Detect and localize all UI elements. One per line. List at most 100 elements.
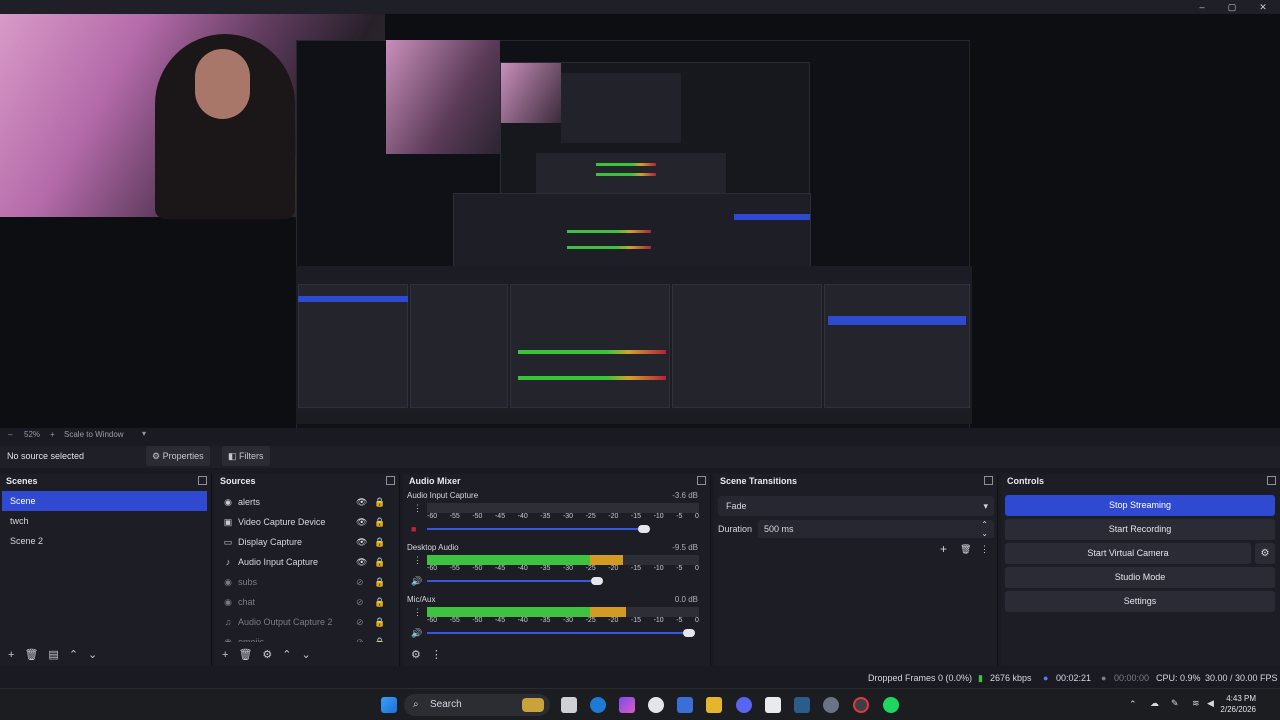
- chevron-up-icon[interactable]: ⌃: [1129, 699, 1137, 710]
- eye-icon[interactable]: 👁: [356, 512, 367, 532]
- muted-speaker-icon[interactable]: ■: [411, 524, 416, 534]
- lock-icon[interactable]: 🔒: [374, 512, 385, 532]
- studio-mode-button[interactable]: Studio Mode: [1005, 567, 1275, 588]
- gear-icon[interactable]: ⚙: [262, 649, 272, 661]
- zoom-minus-icon[interactable]: –: [8, 430, 12, 439]
- lock-icon[interactable]: 🔒: [374, 552, 385, 572]
- windows-start-icon[interactable]: [381, 697, 397, 713]
- task-view-icon[interactable]: [561, 697, 577, 713]
- kebab-menu-icon[interactable]: ⋮: [413, 607, 422, 618]
- volume-slider-track[interactable]: [427, 528, 648, 530]
- filters-button[interactable]: ◧ Filters: [222, 446, 270, 466]
- popout-icon[interactable]: [984, 476, 993, 485]
- transition-select[interactable]: Fade ▾: [718, 496, 994, 516]
- settings-button[interactable]: Settings: [1005, 591, 1275, 612]
- discord-icon[interactable]: [736, 697, 752, 713]
- lock-icon[interactable]: 🔒: [374, 572, 385, 592]
- trash-icon[interactable]: 🗑: [24, 649, 38, 661]
- lock-icon[interactable]: 🔒: [374, 592, 385, 612]
- eye-hidden-icon[interactable]: ⊘: [356, 612, 364, 632]
- eye-icon[interactable]: 👁: [356, 552, 367, 572]
- store-icon[interactable]: [677, 697, 693, 713]
- add-icon[interactable]: +: [8, 649, 14, 661]
- trash-icon[interactable]: 🗑: [238, 649, 252, 661]
- kebab-menu-icon[interactable]: ⋮: [431, 649, 442, 661]
- edge-icon[interactable]: [590, 697, 606, 713]
- kebab-menu-icon[interactable]: ⋮: [413, 555, 422, 566]
- copilot-icon[interactable]: [619, 697, 635, 713]
- add-icon[interactable]: +: [222, 649, 228, 661]
- volume-slider-handle[interactable]: [638, 525, 651, 533]
- trash-icon[interactable]: 🗑: [960, 544, 971, 555]
- maximize-button[interactable]: ▢: [1217, 0, 1247, 14]
- source-item[interactable]: ◉ chat ⊘ 🔒: [214, 592, 399, 612]
- volume-slider-track[interactable]: [427, 632, 693, 634]
- scale-mode-select[interactable]: Scale to Window: [64, 430, 124, 439]
- source-item[interactable]: ◉ alerts 👁 🔒: [214, 492, 399, 512]
- arrow-up-icon[interactable]: ⌃: [282, 649, 291, 661]
- close-button[interactable]: ✕: [1248, 0, 1278, 14]
- ai-assistant-icon[interactable]: [648, 697, 664, 713]
- eye-icon[interactable]: 👁: [356, 492, 367, 512]
- popout-icon[interactable]: [697, 476, 706, 485]
- tick-label: -60: [427, 513, 438, 520]
- scene-item[interactable]: Scene: [2, 491, 207, 511]
- stepper-down-icon[interactable]: ⌄: [981, 525, 988, 543]
- wifi-icon[interactable]: ≋: [1192, 698, 1200, 709]
- arrow-up-icon[interactable]: ⌃: [69, 649, 78, 661]
- eye-hidden-icon[interactable]: ⊘: [356, 592, 364, 612]
- source-item[interactable]: ◉ emojis ⊘ 🔒: [214, 632, 399, 642]
- speaker-icon[interactable]: 🔊: [411, 576, 422, 587]
- speaker-icon[interactable]: 🔊: [411, 628, 422, 639]
- lock-icon[interactable]: 🔒: [374, 532, 385, 552]
- chevron-down-icon[interactable]: ▾: [142, 429, 146, 438]
- kebab-menu-icon[interactable]: ⋮: [413, 503, 422, 514]
- eye-icon[interactable]: 👁: [356, 532, 367, 552]
- settings-gear-icon[interactable]: [823, 697, 839, 713]
- arrow-down-icon[interactable]: ⌄: [88, 649, 97, 661]
- start-recording-button[interactable]: Start Recording: [1005, 519, 1275, 540]
- filter-icon[interactable]: ▤: [48, 649, 58, 661]
- popout-icon[interactable]: [386, 476, 395, 485]
- start-virtual-camera-button[interactable]: Start Virtual Camera: [1005, 543, 1251, 564]
- popout-icon[interactable]: [1267, 476, 1276, 485]
- eye-hidden-icon[interactable]: ⊘: [356, 572, 364, 592]
- stop-streaming-button[interactable]: Stop Streaming: [1005, 495, 1275, 516]
- eye-hidden-icon[interactable]: ⊘: [356, 632, 364, 642]
- volume-slider-handle[interactable]: [683, 629, 695, 637]
- minimize-button[interactable]: –: [1187, 0, 1217, 14]
- source-item[interactable]: ♫ Audio Output Capture 2 ⊘ 🔒: [214, 612, 399, 632]
- preview-canvas[interactable]: [0, 14, 1280, 428]
- source-item[interactable]: ◉ subs ⊘ 🔒: [214, 572, 399, 592]
- file-explorer-icon[interactable]: [706, 697, 722, 713]
- kebab-menu-icon[interactable]: ⋮: [980, 544, 989, 555]
- taskbar-search[interactable]: ⌕ Search: [404, 694, 550, 716]
- lock-icon[interactable]: 🔒: [374, 612, 385, 632]
- zoom-plus-icon[interactable]: +: [50, 430, 55, 439]
- volume-icon[interactable]: ◀: [1207, 698, 1214, 709]
- virtual-camera-settings-gear-icon[interactable]: ⚙: [1255, 543, 1275, 564]
- source-item[interactable]: ▣ Video Capture Device 👁 🔒: [214, 512, 399, 532]
- cloud-icon[interactable]: ☁: [1150, 698, 1159, 709]
- spotify-icon[interactable]: [883, 697, 899, 713]
- pen-icon[interactable]: ✎: [1171, 698, 1179, 709]
- volume-slider-track[interactable]: [427, 580, 600, 582]
- scene-item[interactable]: Scene 2: [2, 531, 207, 551]
- lock-icon[interactable]: 🔒: [374, 632, 385, 642]
- properties-button[interactable]: ⚙ Properties: [146, 446, 210, 466]
- steam-icon[interactable]: [794, 697, 810, 713]
- taskbar-clock[interactable]: 4:43 PM 2/26/2026: [1220, 693, 1256, 715]
- lock-icon[interactable]: 🔒: [374, 492, 385, 512]
- add-icon[interactable]: +: [940, 542, 947, 556]
- mixer-settings-icon[interactable]: ⚙: [411, 649, 421, 661]
- source-item[interactable]: ♪ Audio Input Capture 👁 🔒: [214, 552, 399, 572]
- tick-label: -40: [517, 565, 528, 572]
- notepad-icon[interactable]: [765, 697, 781, 713]
- popout-icon[interactable]: [198, 476, 207, 485]
- arrow-down-icon[interactable]: ⌄: [302, 649, 311, 661]
- source-item[interactable]: ▭ Display Capture 👁 🔒: [214, 532, 399, 552]
- obs-icon[interactable]: [853, 697, 869, 713]
- duration-input[interactable]: 500 ms ⌃ ⌄: [758, 520, 994, 538]
- scene-item[interactable]: twch: [2, 511, 207, 531]
- volume-slider-handle[interactable]: [591, 577, 604, 585]
